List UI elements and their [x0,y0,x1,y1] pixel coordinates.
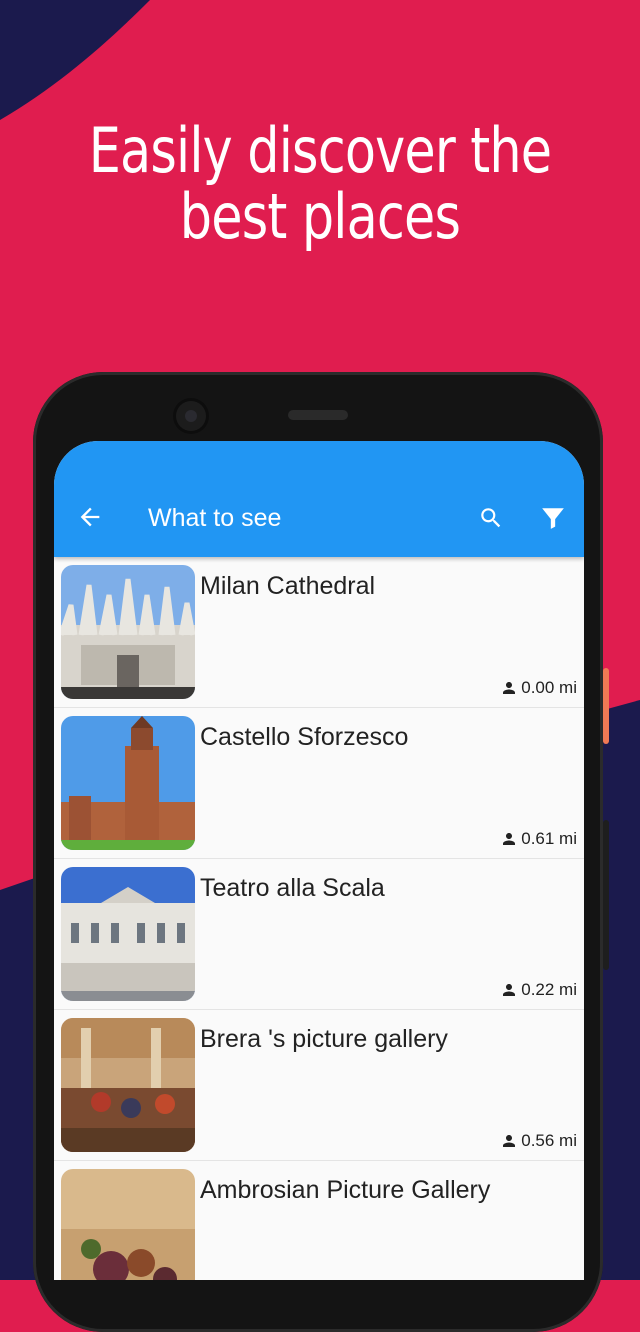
person-icon [503,1135,516,1147]
list-item[interactable]: Brera 's picture gallery 0.56 mi [54,1010,584,1161]
earpiece-speaker [288,410,348,420]
distance-label: 0.56 mi [500,1131,577,1151]
app-title: What to see [148,504,282,532]
place-thumbnail [61,1018,195,1152]
place-thumbnail [61,716,195,850]
phone-volume-button [603,820,609,970]
place-name: Teatro alla Scala [200,874,385,902]
list-item[interactable]: Castello Sforzesco 0.61 mi [54,708,584,859]
person-icon [503,682,516,694]
list-item[interactable]: Teatro alla Scala 0.22 mi [54,859,584,1010]
place-name: Ambrosian Picture Gallery [200,1176,491,1204]
distance-value: 0.22 mi [521,980,577,999]
place-name: Brera 's picture gallery [200,1025,448,1053]
distance-label: 0.00 mi [500,678,577,698]
phone-screen: What to see Milan Cathedral 0.00 mi Cast… [54,441,584,1280]
search-icon[interactable] [478,505,504,531]
places-list: Milan Cathedral 0.00 mi Castello Sforzes… [54,557,584,1280]
app-bar: What to see [54,441,584,557]
person-icon [503,833,516,845]
headline: Easily discover the best places [58,118,583,250]
arrow-back-icon[interactable] [76,503,104,531]
distance-value: 0.56 mi [521,1131,577,1150]
distance-label: 0.61 mi [500,829,577,849]
place-name: Milan Cathedral [200,572,376,600]
place-thumbnail [61,1169,195,1280]
headline-line-1: Easily discover the [88,114,552,187]
front-camera [176,401,206,431]
headline-line-2: best places [179,180,461,253]
filter-icon[interactable] [540,505,566,531]
place-name: Castello Sforzesco [200,723,409,751]
distance-value: 0.61 mi [521,829,577,848]
list-item[interactable]: Ambrosian Picture Gallery [54,1161,584,1280]
place-thumbnail [61,867,195,1001]
distance-label: 0.22 mi [500,980,577,1000]
distance-value: 0.00 mi [521,678,577,697]
person-icon [503,984,516,996]
list-item[interactable]: Milan Cathedral 0.00 mi [54,557,584,708]
phone-power-button [603,668,609,744]
place-thumbnail [61,565,195,699]
